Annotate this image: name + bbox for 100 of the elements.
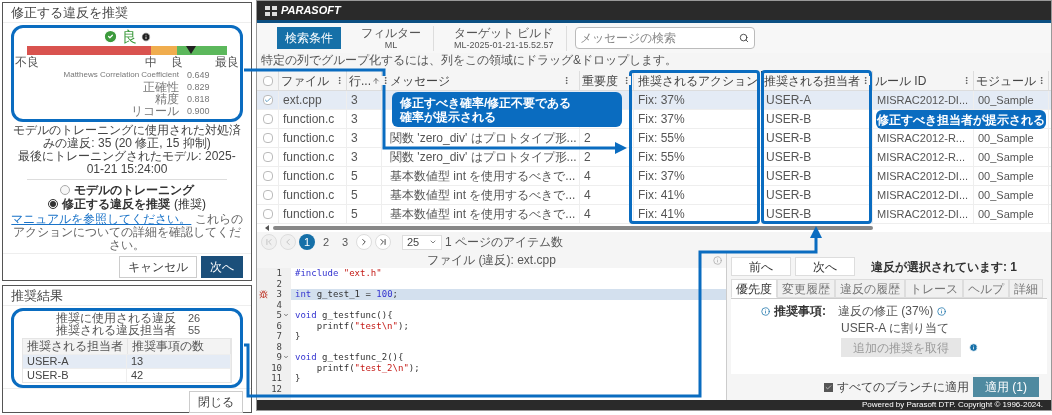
manual-link[interactable]: マニュアルを参照してください。 xyxy=(11,212,192,226)
page-button[interactable]: 1 xyxy=(299,234,315,250)
table-row[interactable]: USER-B 42 xyxy=(23,368,231,382)
line-number: 7 xyxy=(276,331,282,342)
radio-option[interactable]: 修正する違反を推奨 (推奨) xyxy=(48,197,206,211)
line-number: 1 xyxy=(276,268,282,279)
table-row[interactable]: function.c 5 基本数値型 int を使用するべきで... 4 Fix: 41% USER-B MISRAC2012-DI... 00_Sample xyxy=(257,205,1051,224)
column-menu-icon[interactable] xyxy=(861,76,870,85)
table-row[interactable]: function.c 3 関数 'zero_div' はプロトタイプ形... 2 Fix: 55% USER-B MISRAC2012-R... 00_Sample xyxy=(257,148,1051,167)
search-criteria-button[interactable]: 検索条件 xyxy=(277,27,341,49)
table-cell: 00_Sample xyxy=(978,188,1034,202)
rating-label: 良 xyxy=(122,28,137,45)
info-icon xyxy=(141,31,151,42)
row-checkbox[interactable] xyxy=(262,95,273,105)
gauge-label: 最良 xyxy=(215,55,239,69)
table-row[interactable]: function.c 5 基本数値型 int を使用するべきで... 4 Fix: 41% USER-B MISRAC2012-DI... 00_Sample xyxy=(257,186,1051,205)
toolbar-item[interactable]: ターゲット ビルド ML-2025-01-21-15.52.57 xyxy=(442,25,567,51)
last-page-button[interactable] xyxy=(375,234,391,250)
code-line: } xyxy=(295,373,301,383)
next-button[interactable]: 次へ xyxy=(795,257,855,276)
table-cell: function.c xyxy=(283,112,335,126)
table-cell: 2 xyxy=(584,150,591,164)
toolbar-item[interactable]: フィルター ML xyxy=(349,25,434,51)
table-cell: USER-B xyxy=(766,188,812,202)
logo-text: PARASOFT xyxy=(281,4,341,17)
column-header[interactable]: モジュール xyxy=(974,71,1049,90)
code-panel-title: ファイル (違反): ext.cpp xyxy=(427,253,556,267)
row-checkbox[interactable] xyxy=(262,209,273,219)
tab[interactable]: トレース xyxy=(905,279,963,298)
column-header[interactable]: 行... xyxy=(347,71,382,90)
column-menu-icon[interactable] xyxy=(622,76,631,85)
code-line: int g_test_1 = 100; xyxy=(295,289,398,299)
bug-icon[interactable] xyxy=(259,289,268,299)
metric-label: リコール xyxy=(130,104,179,118)
tab[interactable]: ヘルプ xyxy=(963,279,1009,298)
tab[interactable]: 変更履歴 xyxy=(777,279,835,298)
radio-button[interactable] xyxy=(48,199,58,209)
column-header[interactable]: メッセージ xyxy=(382,71,580,90)
next-page-button[interactable] xyxy=(356,234,372,250)
select-all-checkbox[interactable] xyxy=(262,75,273,86)
column-header[interactable]: 推奨されるアクション xyxy=(634,71,762,90)
apply-button[interactable]: 適用 (1) xyxy=(973,377,1039,397)
apply-all-checkbox[interactable] xyxy=(824,382,833,392)
line-number: 5 xyxy=(276,310,282,321)
column-header[interactable]: 推奨される担当者 xyxy=(762,71,873,90)
table-cell: 00_Sample xyxy=(978,150,1034,164)
table-cell: 関数 'zero_div' はプロトタイプ形... xyxy=(390,131,577,145)
radio-button[interactable] xyxy=(60,185,70,195)
page-size-select[interactable]: 25 xyxy=(402,234,442,250)
search-field[interactable]: メッセージの検索 xyxy=(574,27,755,49)
table-cell: 3 xyxy=(351,131,358,145)
dialog-title: 修正する違反を推奨 xyxy=(3,3,251,23)
recommendation-label: 推奨事項: xyxy=(774,304,826,318)
fold-icon[interactable] xyxy=(282,354,289,361)
stat-label: 推奨される違反担当者 xyxy=(55,324,176,336)
cancel-button[interactable]: キャンセル xyxy=(119,256,197,278)
row-checkbox[interactable] xyxy=(262,190,273,200)
table-cell: 関数 'zero_div' はプロトタイプ形... xyxy=(390,150,577,164)
tab[interactable]: 優先度 xyxy=(731,279,777,298)
fold-icon[interactable] xyxy=(282,312,289,319)
metric-label: 精度 xyxy=(155,92,179,106)
table-cell: 4 xyxy=(584,169,591,183)
table-cell: MISRAC2012-DI... xyxy=(877,188,969,202)
line-number: 9 xyxy=(276,352,282,363)
tab[interactable]: 違反の履歴 xyxy=(835,279,905,298)
table-row[interactable]: USER-A 13 xyxy=(23,354,231,368)
line-number: 12 xyxy=(271,383,282,394)
table-cell: function.c xyxy=(283,207,335,221)
table-cell: 5 xyxy=(351,188,358,202)
info-icon[interactable] xyxy=(937,306,947,316)
table-row[interactable]: function.c 3 関数 'zero_div' はプロトタイプ形... 2 Fix: 55% USER-B MISRAC2012-R... 00_Sample xyxy=(257,129,1051,148)
stat-value: 55 xyxy=(188,324,202,336)
table-cell: MISRAC2012-R... xyxy=(877,131,966,145)
column-header[interactable]: ルール ID xyxy=(873,71,974,90)
column-header[interactable]: ファイル xyxy=(279,71,347,90)
table-cell: 5 xyxy=(351,207,358,221)
close-button[interactable]: 閉じる xyxy=(189,391,243,413)
table-cell: function.c xyxy=(283,169,335,183)
info-icon[interactable] xyxy=(761,306,770,316)
row-checkbox[interactable] xyxy=(262,171,273,181)
scrollbar-thumb[interactable] xyxy=(273,226,873,230)
page-button[interactable]: 2 xyxy=(318,234,334,250)
table-row[interactable]: function.c 5 基本数値型 int を使用するべきで... 4 Fix: 37% USER-B MISRAC2012-DI... 00_Sample xyxy=(257,167,1051,186)
scroll-left-icon[interactable] xyxy=(265,225,269,231)
sort-icon xyxy=(372,76,380,85)
tab[interactable]: 詳細 xyxy=(1009,279,1043,298)
check-icon xyxy=(103,29,118,44)
row-checkbox[interactable] xyxy=(262,133,273,143)
previous-button[interactable]: 前へ xyxy=(731,257,791,276)
column-menu-icon[interactable] xyxy=(381,76,390,85)
next-button[interactable]: 次へ xyxy=(201,256,243,278)
page-button[interactable]: 3 xyxy=(337,234,353,250)
search-icon[interactable] xyxy=(738,33,749,43)
table-cell: 2 xyxy=(584,131,591,145)
row-checkbox[interactable] xyxy=(262,152,273,162)
column-header[interactable]: 重要度 xyxy=(580,71,634,90)
fix-recommendation: 違反の修正 (37%) xyxy=(838,304,934,318)
row-checkbox[interactable] xyxy=(262,114,273,124)
table-cell: USER-B xyxy=(766,112,812,126)
code-line: void g_testfunc_2(){ xyxy=(295,352,404,362)
